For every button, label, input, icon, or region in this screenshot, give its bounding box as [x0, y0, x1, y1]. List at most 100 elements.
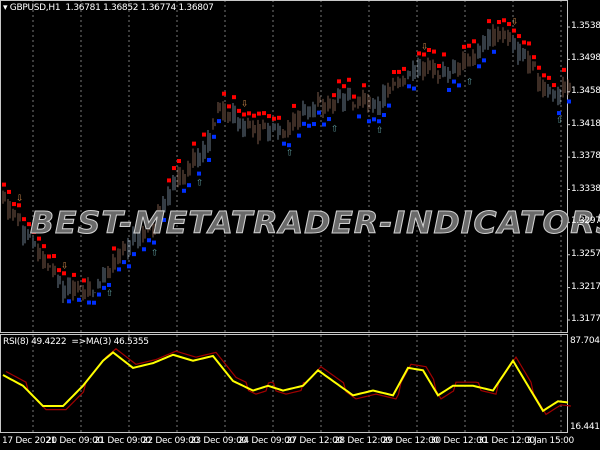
high-value: 1.36852: [103, 3, 139, 13]
buy-dot: [302, 121, 306, 126]
sell-dot: [7, 189, 11, 194]
buy-dot: [377, 119, 381, 124]
buy-dot: [152, 240, 156, 245]
price-axis-label: 1.34585: [571, 85, 600, 96]
buy-dot: [87, 300, 91, 305]
sell-dot: [262, 111, 266, 116]
rsi-header: RSI(8) 49.4222 =>MA(3) 46.5355: [3, 337, 149, 347]
buy-dot: [567, 99, 571, 104]
sell-dot: [467, 43, 471, 48]
down-arrow-icon: ⇩: [241, 99, 249, 109]
buy-dot: [97, 292, 101, 297]
sell-dot: [192, 141, 196, 146]
sell-dot: [437, 63, 441, 68]
sell-dot: [497, 20, 501, 25]
sell-dot: [177, 159, 181, 164]
sell-dot: [542, 73, 546, 78]
sell-dot: [527, 41, 531, 46]
close-value: 1.36807: [178, 3, 214, 13]
buy-dot: [317, 110, 321, 115]
buy-dot: [482, 58, 486, 63]
sell-dot: [167, 178, 171, 183]
up-arrow-icon: ⇧: [286, 149, 294, 159]
sell-dot: [397, 69, 401, 74]
low-value: 1.36774: [140, 3, 176, 13]
buy-dot: [447, 87, 451, 92]
sell-dot: [277, 115, 281, 120]
sell-dot: [47, 254, 51, 259]
buy-dot: [557, 111, 561, 116]
sell-dot: [232, 95, 236, 100]
buy-dot: [322, 122, 326, 127]
buy-dot: [387, 103, 391, 108]
symbol-header: ▾ GBPUSD,H1 1.36781 1.36852 1.36774 1.36…: [3, 3, 214, 13]
buy-dot: [207, 157, 211, 162]
sell-dot: [202, 132, 206, 137]
sell-dot: [347, 77, 351, 82]
sell-dot: [442, 52, 446, 57]
open-value: 1.36781: [65, 3, 101, 13]
buy-dot: [217, 119, 221, 124]
sell-dot: [2, 182, 6, 187]
sell-dot: [22, 217, 26, 222]
collapse-triangle-icon[interactable]: ▾: [3, 3, 8, 13]
price-axis-label: 1.35385: [571, 21, 600, 31]
up-arrow-icon: ⇧: [556, 116, 564, 126]
metatrader-chart-window: ⇩⇩⇧⇧⇧⇩⇧⇧⇧⇩⇧⇩⇧ BEST-METATRADER-INDICATORS…: [0, 0, 600, 450]
sell-dot: [432, 49, 436, 54]
sell-dot: [257, 111, 261, 116]
buy-dot: [132, 252, 136, 257]
sell-dot: [512, 28, 516, 33]
price-axis-label: 1.32170: [571, 281, 600, 292]
watermark: BEST-METATRADER-INDICATORS.COM: [29, 206, 600, 242]
buy-dot: [382, 113, 386, 118]
buy-dot: [412, 86, 416, 91]
buy-dot: [457, 83, 461, 88]
sell-dot: [502, 18, 506, 23]
sell-dot: [252, 113, 256, 118]
buy-dot: [212, 134, 216, 139]
down-arrow-icon: ⇩: [16, 194, 24, 204]
buy-dot: [187, 183, 191, 188]
rsi-label: RSI(8) 49.4222: [3, 337, 67, 347]
sell-dot: [52, 254, 56, 259]
buy-dot: [67, 299, 71, 304]
sell-dot: [272, 116, 276, 121]
sell-dot: [227, 104, 231, 109]
sell-dot: [242, 112, 246, 117]
price-axis-label: 1.31770: [571, 314, 600, 324]
price-axis-label: 1.34985: [571, 53, 600, 64]
rsi-ma-line: [5, 348, 572, 416]
sell-dot: [462, 44, 466, 49]
buy-dot: [182, 188, 186, 193]
sell-dot: [267, 114, 271, 119]
sell-dot: [222, 91, 226, 96]
buy-dot: [307, 123, 311, 128]
buy-dot: [142, 247, 146, 252]
rsi-ma-label: =>MA(3) 46.5355: [71, 337, 149, 347]
sell-dot: [172, 166, 176, 171]
price-axis-label: 1.32575: [571, 248, 600, 259]
sell-dot: [427, 47, 431, 52]
buy-dot: [407, 84, 411, 89]
buy-dot: [452, 79, 456, 84]
sell-dot: [487, 19, 491, 24]
sell-dot: [112, 246, 116, 251]
up-arrow-icon: ⇧: [106, 289, 114, 299]
sell-dot: [72, 272, 76, 277]
buy-dot: [372, 117, 376, 122]
up-arrow-icon: ⇧: [331, 125, 339, 135]
price-axis-label: 1.34180: [571, 118, 600, 129]
sell-dot: [552, 83, 556, 88]
sell-dot: [392, 70, 396, 75]
sell-dot: [42, 244, 46, 249]
sell-dot: [517, 34, 521, 39]
time-axis-label: 3 Jan 15:00: [526, 436, 574, 446]
sell-dot: [472, 39, 476, 44]
rsi-max-label: 87.7049: [570, 336, 600, 346]
buy-dot: [312, 122, 316, 127]
down-arrow-icon: ⇩: [511, 18, 519, 28]
sell-dot: [337, 79, 341, 84]
price-axis-label: 1.32975: [571, 216, 600, 227]
buy-dot: [122, 260, 126, 265]
